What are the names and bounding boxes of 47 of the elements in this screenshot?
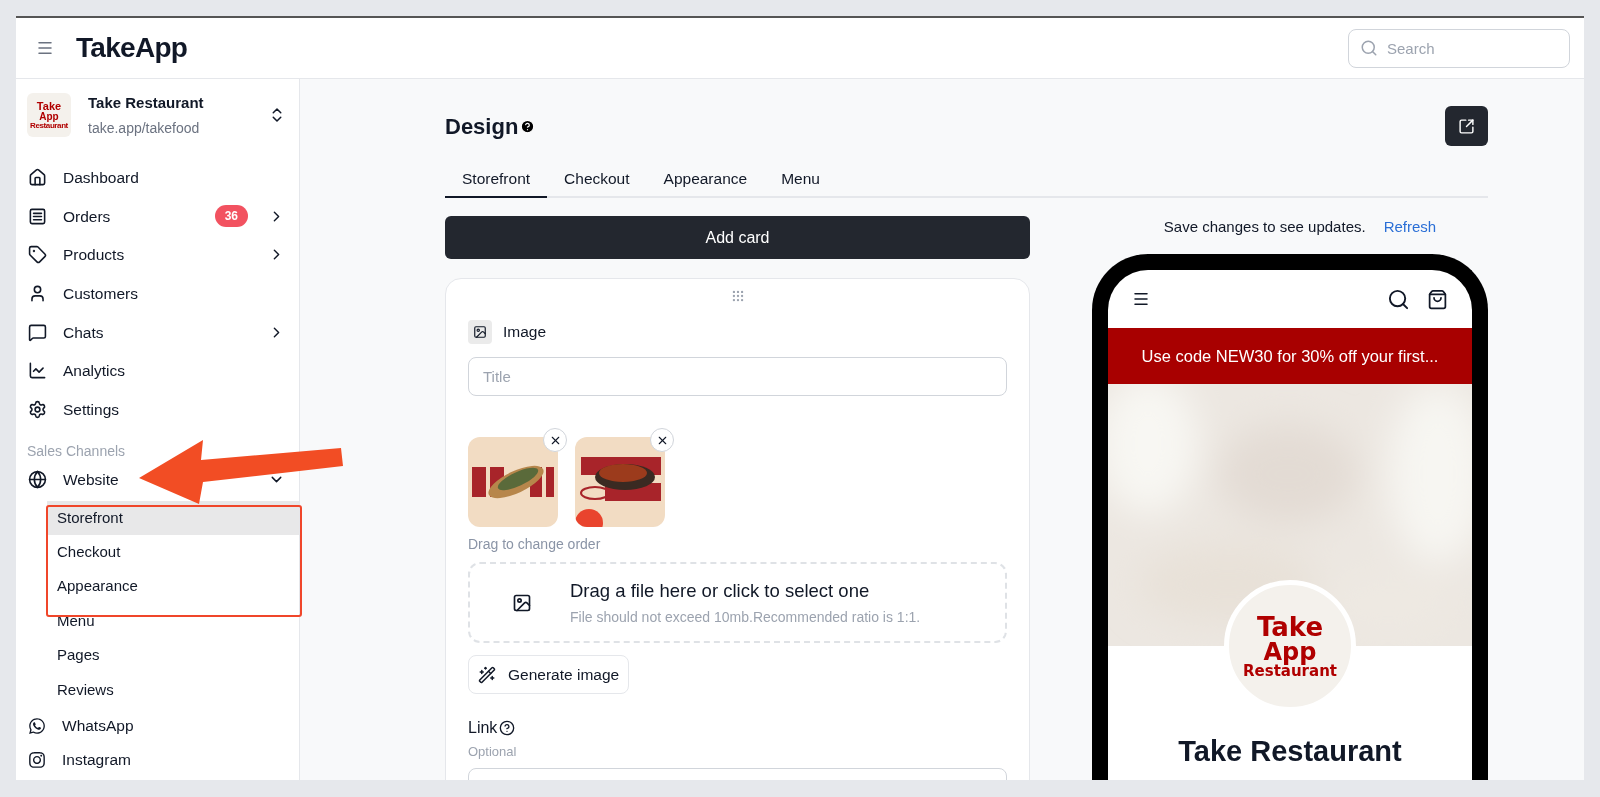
card-type-label: Image: [503, 322, 547, 343]
nav-item[interactable]: Website: [63, 468, 119, 492]
page-title: Design: [445, 112, 519, 141]
section-heading: Sales Channels: [26, 442, 127, 462]
subnav-item[interactable]: Appearance: [47, 569, 299, 604]
nav-item[interactable]: WhatsApp: [62, 714, 134, 738]
subnav-item[interactable]: Reviews: [47, 672, 299, 707]
logo-text: App: [1263, 639, 1317, 664]
nav-item[interactable]: Chats: [63, 320, 104, 344]
nav-item[interactable]: Customers: [63, 281, 138, 306]
nav-item[interactable]: Instagram: [62, 748, 131, 772]
refresh-link[interactable]: Refresh: [1383, 215, 1437, 239]
search-field[interactable]: Search: [1348, 28, 1570, 68]
app-logo: TakeApp: [76, 31, 188, 65]
store-name: Take Restaurant: [88, 93, 204, 113]
generate-image-button[interactable]: Generate image: [468, 655, 630, 694]
nav-item[interactable]: Products: [63, 243, 125, 267]
logo-text: App: [39, 111, 59, 122]
preview-notice: Save changes to see updates.: [1163, 216, 1366, 237]
tab[interactable]: Checkout: [547, 161, 647, 198]
subnav-item[interactable]: Storefront: [47, 500, 299, 536]
drag-hint: Drag to change order: [468, 535, 602, 554]
logo-text: Restaurant: [30, 121, 68, 130]
promo-banner: Use code NEW30 for 30% off your first...: [1108, 328, 1472, 384]
nav-item[interactable]: Dashboard: [63, 166, 139, 190]
tab[interactable]: Storefront: [445, 161, 548, 198]
subnav-item[interactable]: Menu: [47, 603, 299, 639]
logo-text: Take: [1256, 613, 1324, 640]
field-hint: Optional: [468, 743, 518, 761]
tab[interactable]: Appearance: [646, 161, 765, 198]
add-card-button[interactable]: Add card: [445, 216, 1030, 259]
logo-text: Restaurant: [1243, 663, 1337, 679]
count-badge: 36: [214, 205, 248, 228]
dropzone-title: Drag a file here or click to select one: [570, 579, 871, 604]
subnav-item[interactable]: Checkout: [47, 535, 299, 570]
nav-item[interactable]: Orders: [63, 204, 111, 228]
nav-item[interactable]: Analytics: [63, 359, 126, 383]
subnav-item[interactable]: Pages: [47, 638, 299, 673]
title-field[interactable]: Title: [468, 357, 1007, 396]
store-url: take.app/takefood: [88, 118, 201, 138]
store-title: Take Restaurant: [1177, 734, 1403, 769]
logo-text: Take: [36, 100, 62, 112]
file-dropzone[interactable]: Drag a file here or click to select one File should not exceed 10mb.Recommended ratio is 1:1.: [468, 562, 1007, 643]
field-label: Link: [468, 718, 498, 738]
nav-item[interactable]: Settings: [63, 397, 119, 421]
dropzone-hint: File should not exceed 10mb.Recommended ratio is 1:1.: [570, 607, 921, 627]
tab[interactable]: Menu: [764, 161, 837, 198]
